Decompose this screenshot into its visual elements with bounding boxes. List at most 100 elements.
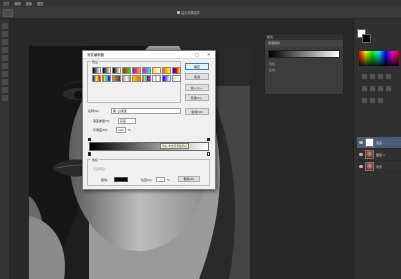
brush-tool-icon[interactable] <box>2 55 8 61</box>
checkbox-icon[interactable] <box>177 11 180 14</box>
invert-icon[interactable] <box>362 98 367 103</box>
adjustment-icons-row <box>362 74 398 79</box>
preset-swatch[interactable] <box>122 75 131 82</box>
hand-tool-icon[interactable] <box>2 87 8 93</box>
layer-row[interactable]: 背景 <box>357 161 401 173</box>
maximize-icon[interactable]: □ <box>195 52 199 57</box>
preset-swatch[interactable] <box>112 75 121 82</box>
cancel-button[interactable]: 取消 <box>185 73 209 80</box>
presets-label: 预设 <box>91 60 100 64</box>
menu-item-file[interactable]: 文件 <box>3 1 9 6</box>
color-label: 颜色: <box>101 178 109 182</box>
preset-swatch[interactable] <box>122 67 131 74</box>
move-tool-icon[interactable] <box>2 23 8 29</box>
brightness-icon[interactable] <box>362 74 367 79</box>
ok-button[interactable]: 确定 <box>185 63 209 70</box>
layer-row[interactable]: 渐变... <box>357 137 401 149</box>
preset-swatch[interactable] <box>102 75 111 82</box>
reverse-option[interactable]: 反向 <box>265 67 343 73</box>
preset-swatch[interactable] <box>152 75 161 82</box>
preset-swatch[interactable] <box>162 75 171 82</box>
menu-bar: 文件 编辑 图像 图层 <box>0 0 401 7</box>
opacity-label: 不透明度: <box>93 167 107 171</box>
threshold-icon[interactable] <box>378 98 383 103</box>
text-tool-icon[interactable] <box>2 79 8 85</box>
smoothness-label: 平滑度(M): <box>93 128 108 132</box>
preset-swatch[interactable] <box>92 75 101 82</box>
marquee-tool-icon[interactable] <box>2 31 8 37</box>
preset-swatch[interactable] <box>132 75 141 82</box>
gradient-tooltip: 色标:单击可添加色标 <box>160 143 190 149</box>
stops-label: 色标 <box>91 158 100 162</box>
preset-swatch[interactable] <box>92 67 101 74</box>
adjustment-icons-row <box>362 98 398 103</box>
smoothness-field[interactable]: 100 <box>116 127 126 133</box>
curves-icon[interactable] <box>378 74 383 79</box>
move-tool-preset[interactable] <box>3 8 13 17</box>
preset-swatch[interactable] <box>102 67 111 74</box>
preset-swatch[interactable] <box>172 67 181 74</box>
color-spectrum[interactable] <box>359 51 399 66</box>
background-color-swatch[interactable] <box>362 34 371 43</box>
gradient-type-select[interactable]: 实底 <box>118 118 136 124</box>
gradient-tool-icon[interactable] <box>2 71 8 77</box>
adjustment-icons-row <box>362 86 398 91</box>
eye-icon[interactable] <box>359 153 363 156</box>
close-icon[interactable]: ✕ <box>207 52 210 57</box>
hue-icon[interactable] <box>362 86 367 91</box>
checkbox-label: 显示变换控件 <box>181 11 201 15</box>
type-label: 渐变类型(T): <box>93 119 111 123</box>
preset-swatch[interactable] <box>142 67 151 74</box>
gradient-map-preview[interactable] <box>268 50 340 58</box>
zoom-tool-icon[interactable] <box>2 95 8 101</box>
preset-swatch[interactable] <box>162 67 171 74</box>
tool-panel <box>0 19 10 279</box>
location-field[interactable] <box>156 177 165 182</box>
eraser-tool-icon[interactable] <box>2 63 8 69</box>
new-button[interactable]: 新建(W) <box>185 108 209 115</box>
color-stop-right[interactable] <box>207 152 210 156</box>
load-button[interactable]: 载入(L)... <box>185 84 209 91</box>
stop-color-swatch[interactable] <box>114 177 128 182</box>
gradient-bar[interactable] <box>89 142 209 151</box>
balance-icon[interactable] <box>370 86 375 91</box>
crop-tool-icon[interactable] <box>2 47 8 53</box>
properties-panel: 属性 渐变映射 仿色 反向 <box>264 33 344 95</box>
eye-icon[interactable] <box>359 165 363 168</box>
exposure-icon[interactable] <box>386 74 391 79</box>
layer-name: 图层 1 <box>376 152 385 157</box>
lasso-tool-icon[interactable] <box>2 39 8 45</box>
opacity-stop-left[interactable] <box>88 138 91 141</box>
menu-item-image[interactable]: 图像 <box>26 1 32 6</box>
preset-swatch[interactable] <box>142 75 151 82</box>
presets-grid <box>92 67 181 82</box>
location-label: 位置(C): <box>141 178 153 182</box>
gradient-editor-dialog: 渐变编辑器 □ ✕ 预设 确定 取消 载入(L)... 存储(S)... 名称(… <box>82 50 216 190</box>
preset-swatch[interactable] <box>112 67 121 74</box>
gradient-map-tab[interactable]: 渐变映射 <box>265 40 343 47</box>
photo-filter-icon[interactable] <box>386 86 391 91</box>
eye-icon[interactable] <box>359 141 363 144</box>
location-unit: % <box>167 178 170 182</box>
options-bar: 显示变换控件 <box>0 7 401 19</box>
bw-icon[interactable] <box>378 86 383 91</box>
layer-row[interactable]: 图层 1 <box>357 149 401 161</box>
delete-button[interactable]: 删除(D) <box>178 176 200 182</box>
layer-name: 渐变... <box>376 140 385 145</box>
opacity-stop-right[interactable] <box>207 138 210 141</box>
layer-thumbnail <box>365 138 374 147</box>
smoothness-unit: % <box>128 128 131 132</box>
name-field[interactable]: 黑, 白渐变 <box>111 108 181 114</box>
layer-thumbnail <box>365 150 374 159</box>
preset-swatch[interactable] <box>152 67 161 74</box>
layer-name: 背景 <box>376 164 383 169</box>
levels-icon[interactable] <box>370 74 375 79</box>
save-button[interactable]: 存储(S)... <box>185 94 209 101</box>
show-transform-controls[interactable]: 显示变换控件 <box>177 10 200 15</box>
menu-item-layer[interactable]: 图层 <box>37 1 43 6</box>
preset-swatch[interactable] <box>132 67 141 74</box>
preset-swatch[interactable] <box>172 75 181 82</box>
posterize-icon[interactable] <box>370 98 375 103</box>
color-stop-left[interactable] <box>88 152 91 156</box>
menu-item-edit[interactable]: 编辑 <box>14 1 20 6</box>
